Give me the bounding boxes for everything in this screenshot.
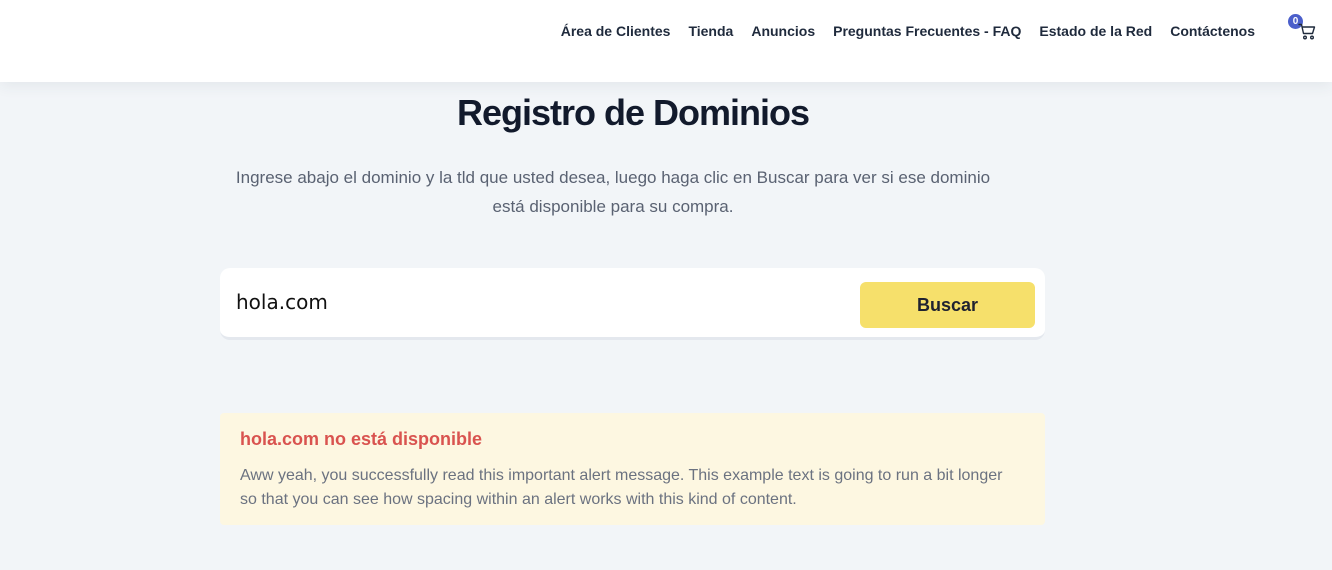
nav-item-faq[interactable]: Preguntas Frecuentes - FAQ: [833, 23, 1021, 39]
domain-unavailable-alert: hola.com no está disponible Aww yeah, yo…: [220, 413, 1045, 525]
main-nav: Área de Clientes Tienda Anuncios Pregunt…: [561, 23, 1255, 39]
domain-search-form: Buscar: [220, 268, 1045, 340]
nav-item-estado-red[interactable]: Estado de la Red: [1039, 23, 1152, 39]
shopping-cart-icon: [1298, 23, 1316, 40]
nav-item-area-clientes[interactable]: Área de Clientes: [561, 23, 671, 39]
nav-item-contactenos[interactable]: Contáctenos: [1170, 23, 1255, 39]
page-description: Ingrese abajo el dominio y la tld que us…: [235, 168, 991, 216]
top-navbar: Área de Clientes Tienda Anuncios Pregunt…: [0, 0, 1332, 82]
nav-item-tienda[interactable]: Tienda: [688, 23, 733, 39]
alert-message: Aww yeah, you successfully read this imp…: [240, 467, 1003, 508]
search-button[interactable]: Buscar: [860, 282, 1035, 328]
page-title: Registro de Dominios: [456, 92, 810, 133]
nav-item-anuncios[interactable]: Anuncios: [751, 23, 815, 39]
cart-button[interactable]: 0: [1288, 14, 1322, 44]
alert-title: hola.com no está disponible: [240, 429, 483, 449]
domain-search-input[interactable]: [236, 284, 836, 320]
